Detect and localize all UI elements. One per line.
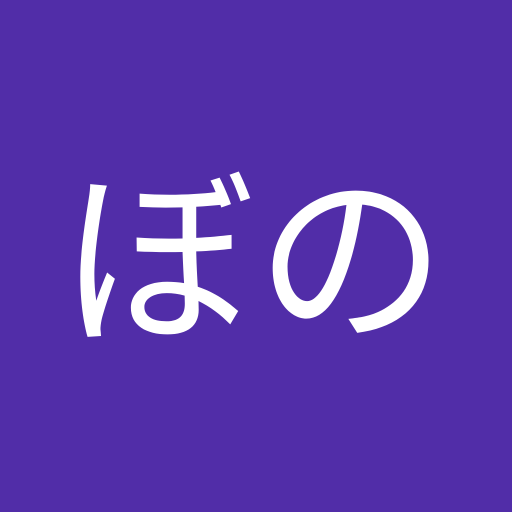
avatar: ぼの [0, 0, 512, 512]
avatar-initials: ぼの [63, 151, 448, 372]
